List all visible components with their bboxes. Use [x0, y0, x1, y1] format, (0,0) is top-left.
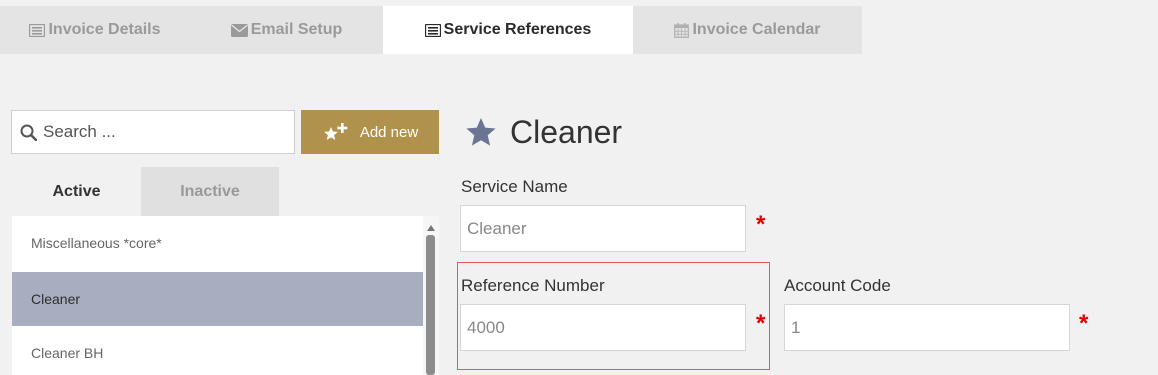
- tab-invoice-details[interactable]: Invoice Details: [0, 6, 190, 54]
- service-name-input[interactable]: [467, 218, 745, 239]
- scroll-up-arrow-icon[interactable]: [426, 220, 436, 231]
- list-item[interactable]: Miscellaneous *core*: [12, 216, 423, 270]
- list-item-label: Miscellaneous *core*: [31, 235, 162, 251]
- required-marker: *: [1079, 310, 1089, 337]
- star-icon: [465, 117, 497, 148]
- tab-inactive[interactable]: Inactive: [141, 167, 279, 216]
- list-alt-icon: [424, 23, 441, 37]
- tab-email-setup[interactable]: Email Setup: [190, 6, 383, 54]
- search-box[interactable]: [11, 110, 295, 154]
- tab-label: Invoice Calendar: [692, 21, 821, 38]
- required-marker: *: [756, 211, 766, 238]
- reference-number-field[interactable]: [460, 304, 746, 351]
- page-title: Cleaner: [510, 113, 623, 150]
- list-item-label: Cleaner BH: [31, 345, 104, 361]
- list-item[interactable]: Cleaner BH: [12, 326, 423, 375]
- search-icon: [20, 124, 37, 141]
- service-name-field[interactable]: [460, 205, 746, 252]
- service-name-label: Service Name: [461, 177, 568, 196]
- account-code-field[interactable]: [784, 304, 1070, 351]
- tab-active-label: Active: [52, 182, 101, 200]
- service-title: Cleaner: [465, 112, 622, 152]
- tab-label: Email Setup: [250, 21, 343, 38]
- tab-label: Invoice Details: [48, 21, 161, 38]
- list-item-label: Cleaner: [31, 291, 81, 307]
- service-list: Miscellaneous *core* Cleaner Cleaner BH: [12, 216, 439, 375]
- tab-service-references[interactable]: Service References: [383, 6, 633, 54]
- reference-number-label: Reference Number: [461, 276, 605, 295]
- scrollbar-thumb[interactable]: [426, 235, 435, 375]
- tab-inactive-label: Inactive: [180, 182, 240, 200]
- required-marker: *: [756, 310, 766, 337]
- tab-active[interactable]: Active: [12, 167, 141, 216]
- envelope-icon: [230, 23, 248, 37]
- list-alt-icon: [29, 23, 46, 37]
- add-new-button[interactable]: Add new: [301, 110, 439, 154]
- add-new-label: Add new: [359, 123, 419, 141]
- tab-label: Service References: [443, 21, 592, 38]
- account-code-label: Account Code: [784, 276, 891, 295]
- star-plus-icon: [322, 122, 348, 142]
- search-input[interactable]: [43, 122, 273, 142]
- list-item-selected[interactable]: Cleaner: [12, 272, 423, 326]
- account-code-input[interactable]: [791, 317, 1069, 338]
- calendar-icon: [674, 22, 690, 38]
- tab-bar: Invoice Details Email Setup Service Refe…: [0, 0, 1158, 54]
- tab-invoice-calendar[interactable]: Invoice Calendar: [633, 6, 862, 54]
- reference-number-input[interactable]: [467, 317, 745, 338]
